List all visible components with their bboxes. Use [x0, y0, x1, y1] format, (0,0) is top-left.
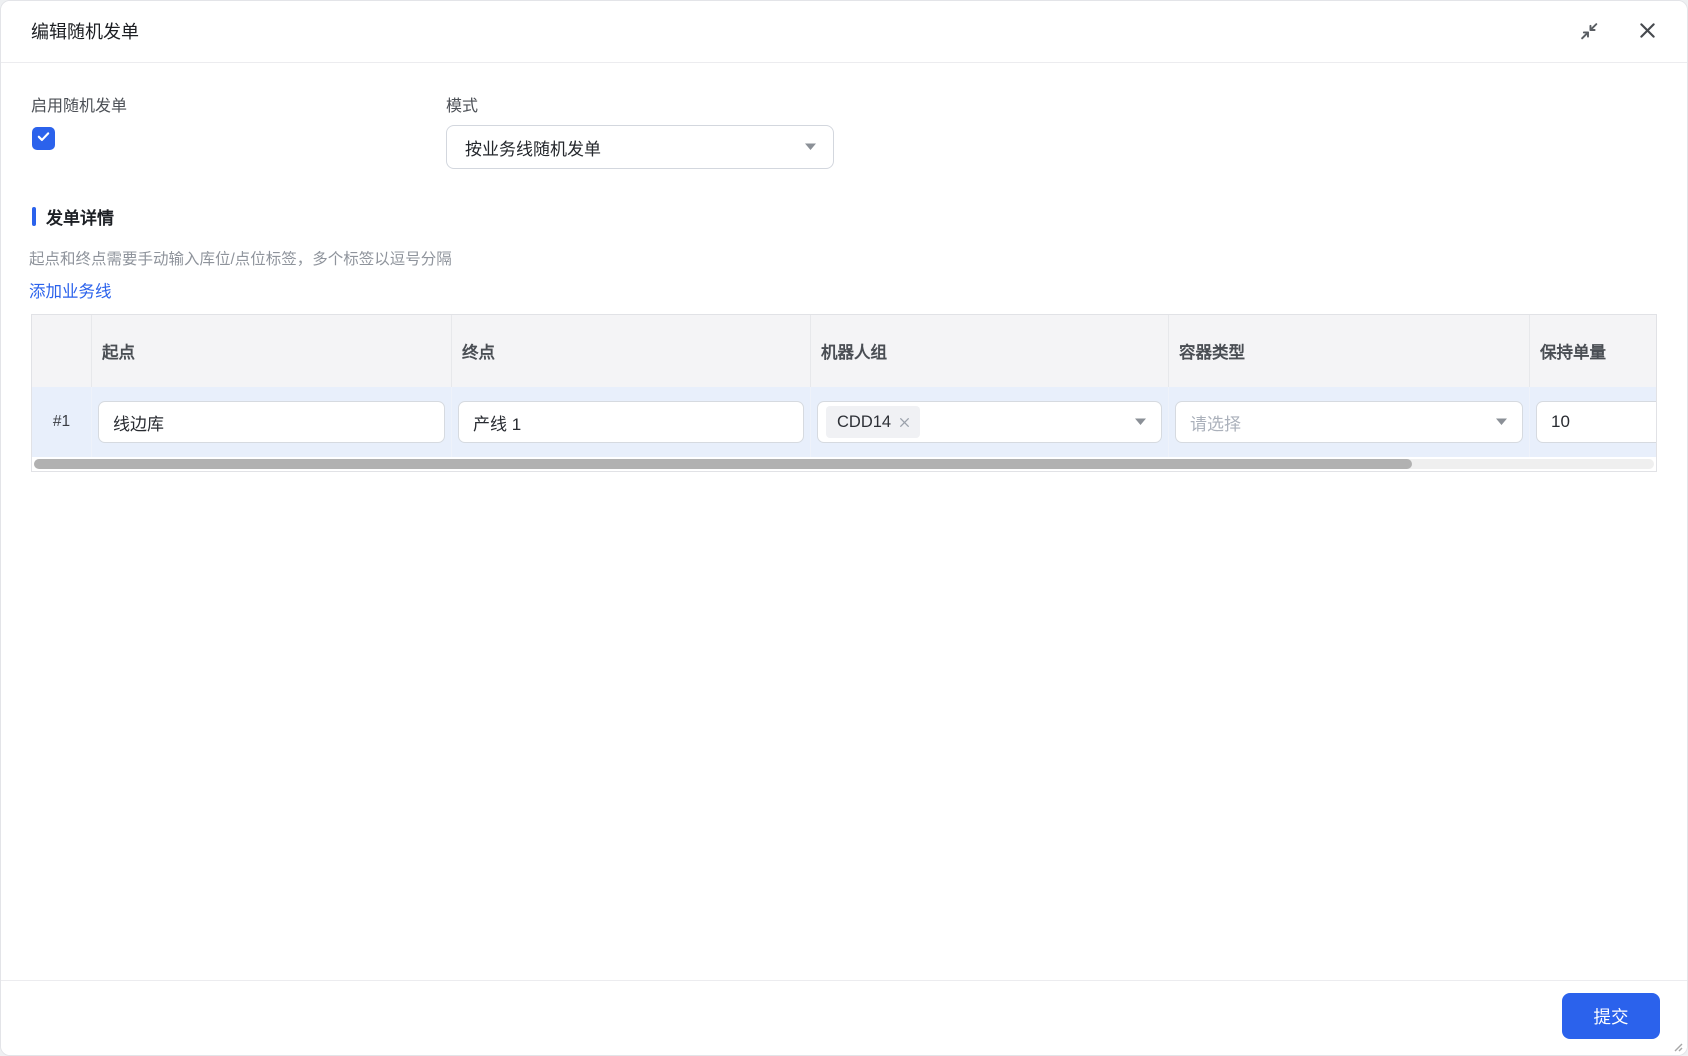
keep-quantity-input[interactable]: [1536, 401, 1656, 443]
tag-remove-icon[interactable]: [898, 416, 911, 429]
table-header-end: 终点: [452, 315, 811, 387]
keep-quantity-cell: [1530, 387, 1656, 457]
container-type-placeholder: 请选择: [1190, 414, 1241, 434]
scrollbar-thumb[interactable]: [34, 459, 1412, 469]
enable-random-dispatch-checkbox[interactable]: [32, 127, 55, 150]
table-row: #1 CDD14: [32, 387, 1656, 457]
row-index: #1: [32, 387, 92, 457]
end-cell: [452, 387, 811, 457]
start-input[interactable]: [98, 401, 445, 443]
table-header-container-type: 容器类型: [1169, 315, 1530, 387]
table-header-robot-group: 机器人组: [811, 315, 1169, 387]
robot-group-tag: CDD14: [826, 406, 921, 438]
enable-random-dispatch-label: 启用随机发单: [31, 98, 128, 115]
mode-select-value: 按业务线随机发单: [465, 139, 601, 159]
checkmark-icon: [36, 129, 51, 149]
chevron-down-icon: [1134, 413, 1147, 431]
section-title: 发单详情: [46, 209, 114, 228]
dialog-title: 编辑随机发单: [31, 22, 139, 42]
table-header-index: [32, 315, 92, 387]
robot-group-multiselect[interactable]: CDD14: [817, 401, 1162, 443]
robot-group-tag-label: CDD14: [837, 412, 892, 431]
submit-button[interactable]: 提交: [1562, 993, 1660, 1039]
start-cell: [92, 387, 452, 457]
collapse-button[interactable]: [1573, 16, 1605, 48]
close-icon: [1637, 20, 1658, 44]
mode-select[interactable]: 按业务线随机发单: [446, 125, 834, 169]
table-header-row: 起点 终点 机器人组 容器类型 保持单量: [32, 315, 1656, 387]
business-line-table: 起点 终点 机器人组 容器类型 保持单量 #1 CDD14: [31, 314, 1657, 472]
resize-grip-icon[interactable]: [1671, 1039, 1683, 1052]
add-business-line-link[interactable]: 添加业务线: [29, 278, 112, 302]
table-header-start: 起点: [92, 315, 452, 387]
container-type-cell: 请选择: [1169, 387, 1530, 457]
robot-group-cell: CDD14: [811, 387, 1169, 457]
section-header: 发单详情: [32, 204, 114, 229]
collapse-icon: [1578, 20, 1600, 45]
chevron-down-icon: [1495, 413, 1508, 431]
edit-random-dispatch-dialog: 编辑随机发单 启用随机发单 模式 按业务线随机发单 发单详情 起点和终点需要手动…: [0, 0, 1688, 1056]
section-accent-bar: [32, 207, 36, 226]
dialog-header: 编辑随机发单: [1, 1, 1687, 63]
chevron-down-icon: [804, 138, 817, 156]
robot-group-tags: CDD14: [826, 406, 1134, 438]
mode-label: 模式: [446, 98, 479, 115]
end-input[interactable]: [458, 401, 804, 443]
table-header-keep-quantity: 保持单量: [1540, 344, 1606, 362]
close-button[interactable]: [1631, 16, 1663, 48]
table-horizontal-scrollbar: [32, 457, 1656, 471]
section-hint-text: 起点和终点需要手动输入库位/点位标签，多个标签以逗号分隔: [29, 251, 452, 268]
dialog-footer: 提交: [1, 980, 1687, 1055]
container-type-select[interactable]: 请选择: [1175, 401, 1523, 443]
